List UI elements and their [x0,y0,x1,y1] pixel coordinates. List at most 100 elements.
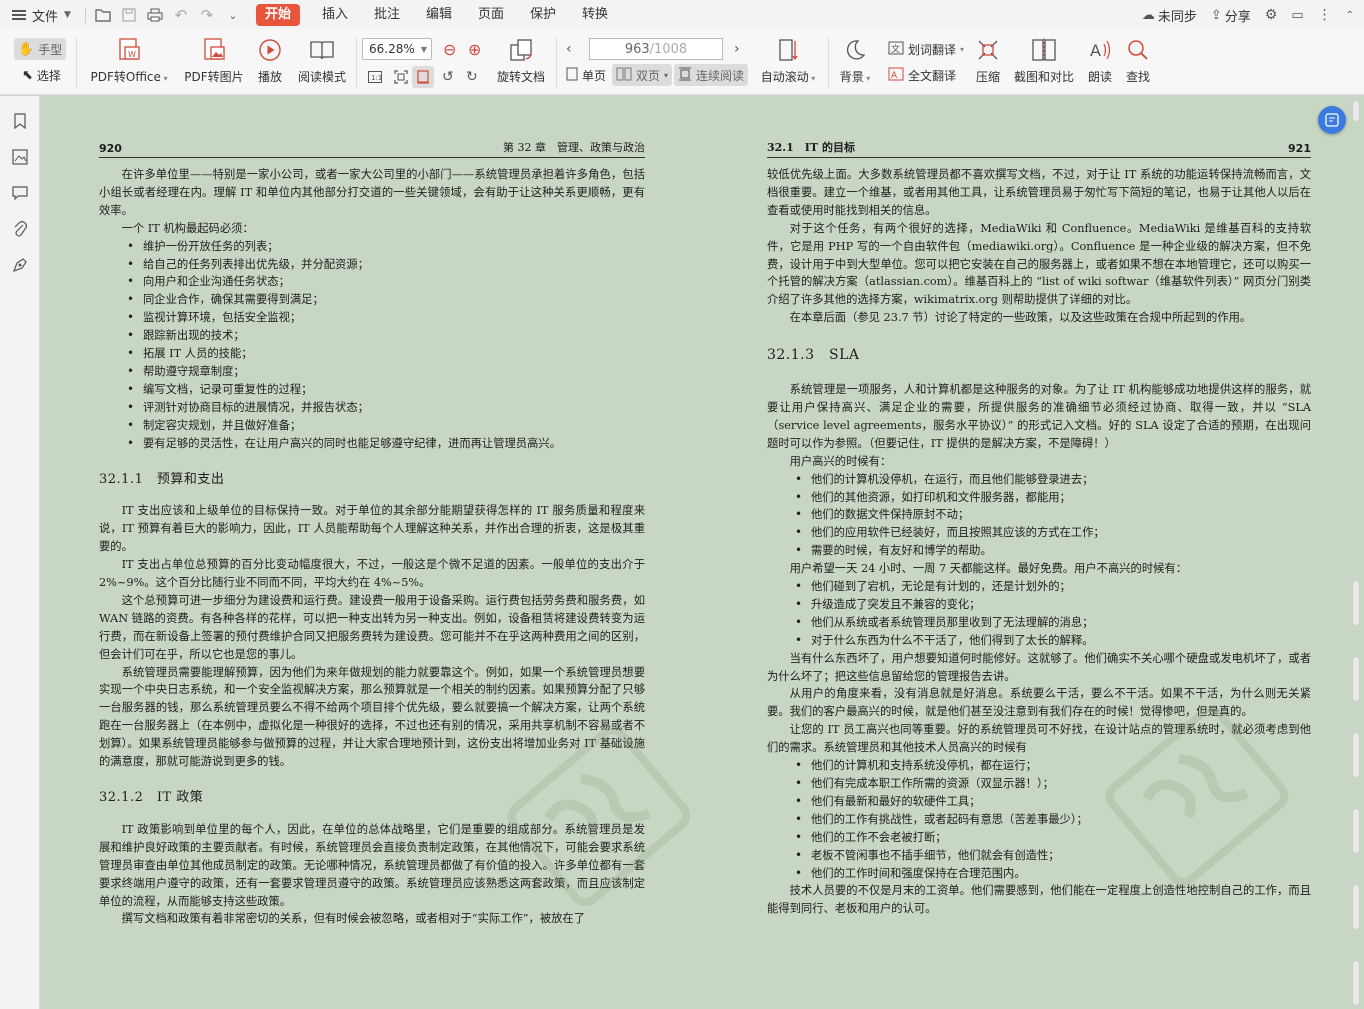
list-item: 制定容灾规划，并且做好准备； [99,417,645,435]
share-button[interactable]: ⇪ 分享 [1211,6,1251,25]
find-button[interactable]: 查找 [1124,30,1152,85]
print-icon[interactable] [142,0,168,30]
signature-icon[interactable] [11,256,29,274]
scrollbar-thumb[interactable] [1352,656,1360,702]
double-page-button[interactable]: 双页 ▾ [612,64,673,86]
open-folder-icon[interactable] [90,0,116,30]
tab-convert[interactable]: 转换 [570,0,620,30]
single-page-label: 单页 [582,68,607,83]
svg-text:A: A [891,71,898,81]
single-page-icon [566,67,578,84]
save-icon[interactable] [116,0,142,30]
tab-page[interactable]: 页面 [466,0,516,30]
rotate-doc-icon [508,36,534,64]
bullet-list: 维护一份开放任务的列表； 给自己的任务列表排出优先级，并分配资源； 向用户和企业… [99,238,645,453]
comment-icon[interactable] [11,184,29,202]
feedback-icon[interactable]: ▭ [1291,8,1303,23]
rotate-doc-button[interactable]: 旋转文档 [494,30,548,85]
play-button[interactable]: 播放 [254,30,286,85]
share-label: 分享 [1224,9,1251,25]
pdf-to-image-label: PDF转图片 [184,70,244,84]
thumbnail-icon[interactable] [11,148,29,166]
list-item: 对于什么东西为什么不干活了，他们得到了太长的解释。 [767,632,1311,650]
pdf-to-office-label: PDF转Office [90,70,161,84]
single-page-button[interactable]: 单页 [562,64,610,86]
background-button[interactable]: 背景 ▾ [836,30,874,85]
svg-text:文: 文 [891,43,900,55]
document-viewport[interactable]: 920 第 32 章 管理、政策与政治 在许多单位里——特别是一家小公司，或者一… [41,96,1364,1009]
tab-edit[interactable]: 编辑 [414,0,464,30]
crop-compare-button[interactable]: 截图和对比 [1012,30,1076,85]
vertical-scrollbar[interactable] [1352,96,1362,1009]
scrollbar-thumb[interactable] [1352,732,1360,778]
paragraph: 这个总预算可进一步细分为建设费和运行费。建设费一般用于设备采购。运行费包括劳务费… [99,593,645,661]
chevron-down-icon: ▼ [420,44,427,54]
next-page-icon[interactable]: › [730,38,744,60]
header-title: 第 32 章 管理、政策与政治 [503,141,645,154]
section-heading: 32.1.3 SLA [767,347,860,364]
fit-width-icon[interactable] [412,66,434,88]
list-item: 他们的计算机没停机，在运行，而且他们能够登录进去； [767,471,1311,489]
double-page-label: 双页 [636,68,661,83]
attachment-icon[interactable] [11,220,29,238]
watermark-stamp [1105,705,1289,887]
zoom-select[interactable]: 66.28% ▼ [362,38,432,60]
read-aloud-button[interactable]: A 朗读 [1086,30,1114,85]
list-intro: 一个 IT 机构最起码必须： [121,221,254,235]
collapse-icon[interactable]: ⌃ [1346,10,1354,21]
continuous-icon [678,67,692,84]
bookmark-icon[interactable] [11,112,29,130]
tab-protect[interactable]: 保护 [518,0,568,30]
select-tool-button[interactable]: ⬉ 选择 [18,64,65,86]
list-item: 维护一份开放任务的列表； [99,238,645,256]
list-item: 他们的数据文件保持原封不动； [767,506,1311,524]
fit-page-icon[interactable] [390,66,412,88]
tab-comment[interactable]: 批注 [362,0,412,30]
pdf-to-office-button[interactable]: W PDF转Office ▾ [90,30,168,85]
current-page: 963 [624,41,650,57]
read-mode-label: 阅读模式 [297,70,346,84]
scrollbar-thumb[interactable] [1352,960,1360,1006]
prev-page-icon[interactable]: ‹ [562,38,576,60]
tab-home[interactable]: 开始 [255,4,300,26]
more-chevron-icon[interactable]: ⌄ [220,0,246,30]
list-item: 升级造成了突发且不兼容的变化； [767,596,1311,614]
crop-compare-icon [1031,36,1057,64]
section-heading: 32.1.1 预算和支出 [99,471,225,487]
rotate-left-icon[interactable]: ↺ [438,66,458,88]
pdf-to-image-button[interactable]: PDF转图片 [184,30,244,85]
compress-button[interactable]: 压缩 [972,30,1004,85]
settings-icon[interactable]: ⚙ [1265,7,1278,23]
file-menu[interactable]: 文件 ▼ [0,0,81,30]
zoom-out-icon[interactable]: ⊖ [439,38,460,60]
list-item: 评测针对协商目标的进展情况，并报告状态； [99,399,645,417]
divider [76,38,77,88]
more-options-icon[interactable]: ⋮ [1318,7,1332,23]
svg-text:A: A [1090,41,1101,60]
continuous-read-button[interactable]: 连续阅读 [674,64,749,86]
read-aloud-label: 朗读 [1087,70,1112,84]
scrollbar-thumb[interactable] [1352,808,1360,854]
hand-tool-button[interactable]: ✋ 手型 [14,38,67,60]
auto-scroll-button[interactable]: 自动滚动 ▾ [758,30,818,85]
sync-status[interactable]: ☁ 未同步 [1142,6,1197,25]
zoom-in-icon[interactable]: ⊕ [464,38,485,60]
actual-size-icon[interactable]: 1:1 [364,66,386,88]
tab-insert[interactable]: 插入 [310,0,360,30]
read-mode-button[interactable]: 阅读模式 [296,30,348,85]
undo-icon[interactable]: ↶ [168,0,194,30]
scrollbar-thumb[interactable] [1352,580,1360,626]
page-header: 920 第 32 章 管理、政策与政治 [99,140,645,158]
scrollbar-thumb[interactable] [1352,884,1360,930]
page-number-input[interactable]: 963/1008 [589,38,723,60]
cursor-icon: ⬉ [22,67,33,83]
floating-tool-button[interactable] [1318,106,1346,134]
rotate-doc-label: 旋转文档 [496,70,545,84]
scrollbar-thumb[interactable] [1352,100,1360,122]
full-translate-button[interactable]: A 全文翻译 [884,64,960,86]
word-translate-button[interactable]: 文 划词翻译 ▾ [884,38,968,60]
list-item: 他们的其他资源，如打印机和文件服务器，都能用； [767,489,1311,507]
redo-icon[interactable]: ↷ [194,0,220,30]
full-translate-icon: A [888,67,904,84]
rotate-right-icon[interactable]: ↻ [462,66,482,88]
